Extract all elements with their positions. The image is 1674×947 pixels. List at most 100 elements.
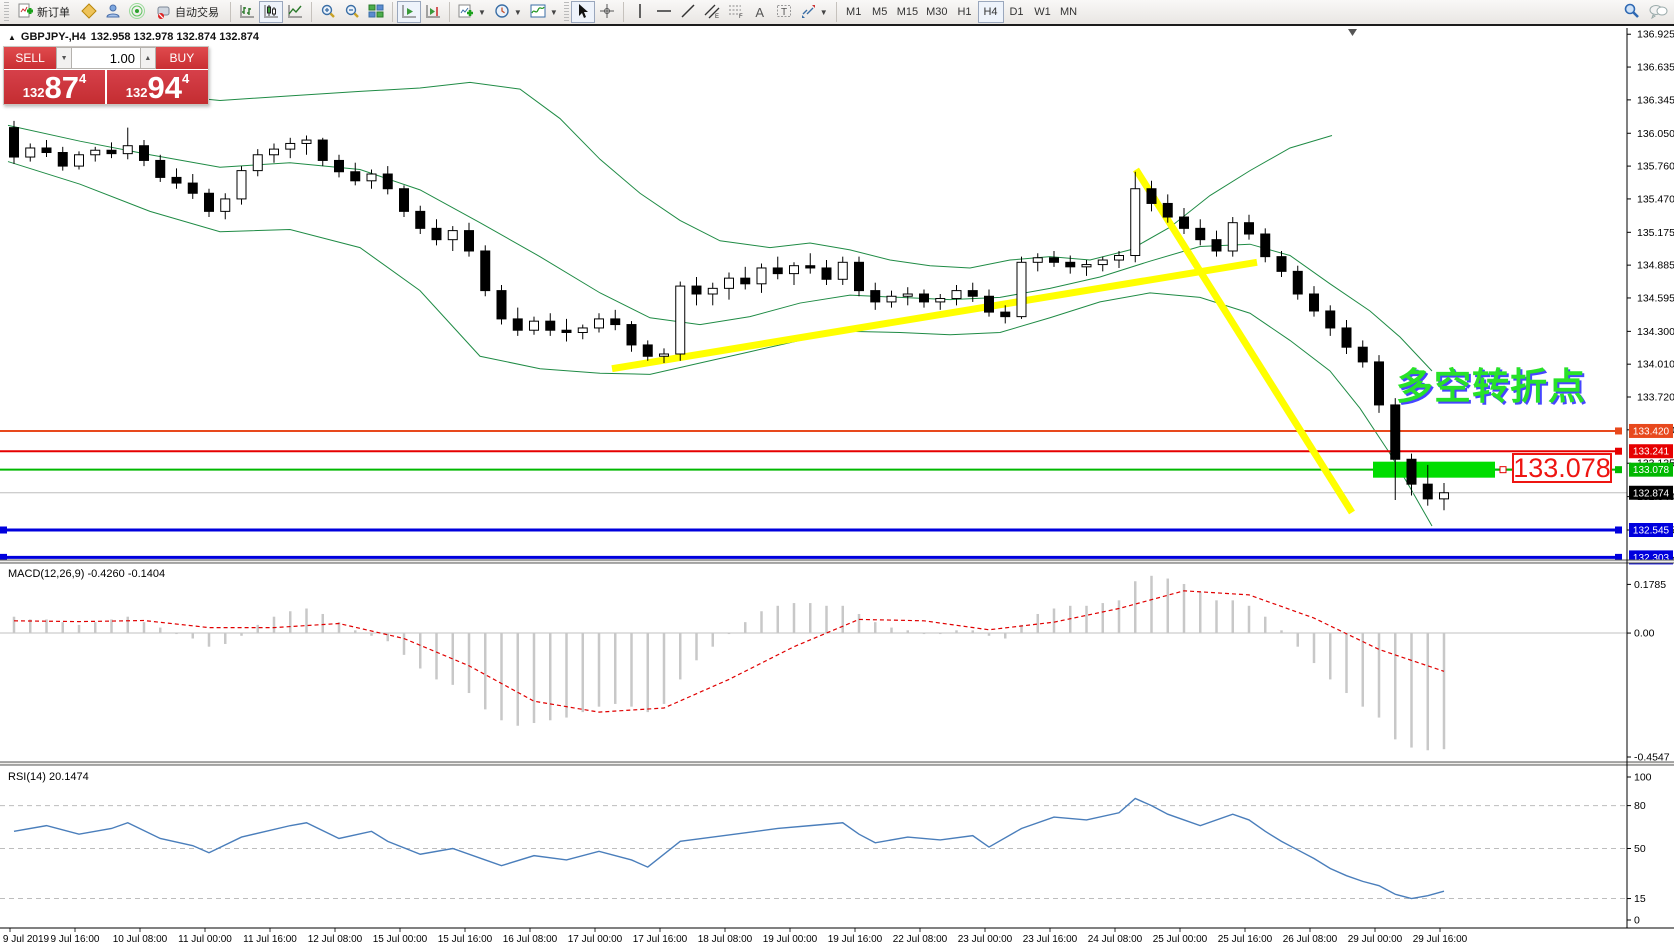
- community-chat-button[interactable]: [1644, 1, 1672, 23]
- candle-bearish: [546, 321, 555, 330]
- candle-bullish: [1082, 265, 1091, 267]
- price-tick-label: 136.925: [1637, 29, 1674, 41]
- timeframe-w1[interactable]: W1: [1030, 1, 1056, 23]
- sell-price-display[interactable]: 132874: [4, 70, 105, 104]
- new-order-button[interactable]: 新订单: [11, 1, 77, 23]
- chart-canvas[interactable]: 0.17850.00-0.4547MACD(12,26,9) -0.4260 -…: [0, 28, 1674, 947]
- time-axis-label: 11 Jul 00:00: [178, 934, 232, 945]
- search-button[interactable]: [1619, 1, 1644, 23]
- candle-bearish: [107, 150, 116, 153]
- candle-bearish: [432, 228, 441, 239]
- crosshair-icon: [599, 3, 615, 22]
- zoom-in-icon: [320, 3, 336, 22]
- chart-shift-marker[interactable]: [1348, 29, 1357, 36]
- line-handle[interactable]: [1615, 448, 1622, 455]
- price-axis[interactable]: 136.925136.635136.345136.050135.760135.4…: [1627, 29, 1674, 567]
- candle-bearish: [1001, 312, 1010, 317]
- time-axis[interactable]: 9 Jul 20199 Jul 16:0010 Jul 08:0011 Jul …: [3, 928, 1468, 945]
- toolbar-grip[interactable]: [4, 2, 9, 22]
- metaeditor-button[interactable]: [77, 1, 101, 23]
- timeframe-m5[interactable]: M5: [867, 1, 893, 23]
- periods-button[interactable]: ▼: [490, 1, 526, 23]
- macd-bar: [1118, 600, 1121, 633]
- candle-bearish: [140, 146, 149, 161]
- timeframe-d1[interactable]: D1: [1004, 1, 1030, 23]
- candle-bullish: [253, 155, 262, 171]
- callout-handle[interactable]: [1500, 467, 1506, 473]
- price-callout-box[interactable]: 133.078: [1512, 453, 1612, 483]
- crosshair-tool-button[interactable]: [595, 1, 619, 23]
- toolbar-grip[interactable]: [564, 2, 569, 22]
- candle-bearish: [692, 286, 701, 294]
- text-tool-button[interactable]: A: [748, 1, 772, 23]
- rsi-panel: 1008050150RSI(14) 20.1474: [0, 771, 1652, 926]
- trendline-2[interactable]: [1136, 169, 1352, 512]
- macd-bar: [712, 633, 715, 647]
- symbol-period-label: GBPJPY-,H4: [21, 31, 86, 43]
- highlight-bar[interactable]: [1373, 462, 1512, 478]
- line-handle[interactable]: [1615, 527, 1622, 534]
- line-handle[interactable]: [1615, 427, 1622, 434]
- auto-scroll-button[interactable]: [397, 1, 421, 23]
- support-highlight-bar[interactable]: [1373, 462, 1495, 478]
- candle-bullish: [237, 171, 246, 199]
- profile-button[interactable]: [101, 1, 125, 23]
- rsi-tick-label: 15: [1634, 893, 1646, 905]
- candle-bearish: [1147, 189, 1156, 204]
- price-tick-label: 136.050: [1637, 128, 1674, 140]
- tile-windows-button[interactable]: [364, 1, 388, 23]
- time-axis-label: 29 Jul 16:00: [1413, 934, 1468, 945]
- candle-bearish: [1066, 262, 1075, 267]
- channel-tool-button[interactable]: E: [700, 1, 724, 23]
- chart-shift-button[interactable]: [421, 1, 445, 23]
- toolbar-separator: [623, 2, 624, 22]
- new-chart-button[interactable]: ▼: [454, 1, 490, 23]
- horizontal-lines[interactable]: [0, 427, 1627, 560]
- candlestick-chart-button[interactable]: [259, 1, 283, 23]
- trendline-tool-button[interactable]: [676, 1, 700, 23]
- macd-bar: [1215, 600, 1218, 633]
- timeframe-m1[interactable]: M1: [841, 1, 867, 23]
- indicators-button[interactable]: ▼: [526, 1, 562, 23]
- line-chart-button[interactable]: [283, 1, 307, 23]
- arrows-tool-button[interactable]: ▼: [796, 1, 832, 23]
- macd-bar: [500, 633, 503, 720]
- signals-button[interactable]: [125, 1, 149, 23]
- volume-input[interactable]: [72, 47, 140, 69]
- bar-chart-icon: [239, 3, 255, 22]
- collapse-panel-icon[interactable]: ▲: [8, 33, 16, 42]
- volume-decrease-button[interactable]: ▼: [56, 47, 72, 69]
- zoom-out-button[interactable]: [340, 1, 364, 23]
- fibonacci-tool-button[interactable]: F: [724, 1, 748, 23]
- timeframe-m30[interactable]: M30: [922, 1, 951, 23]
- timeframe-h1[interactable]: H1: [952, 1, 978, 23]
- trendline-1[interactable]: [612, 262, 1257, 368]
- buy-price-display[interactable]: 132944: [107, 70, 208, 104]
- new-order-label: 新订单: [37, 4, 70, 20]
- zoom-in-button[interactable]: [316, 1, 340, 23]
- text-label-tool-button[interactable]: T: [772, 1, 796, 23]
- timeframe-mn[interactable]: MN: [1056, 1, 1082, 23]
- turning-point-annotation[interactable]: 多空转折点: [1396, 356, 1586, 410]
- vertical-line-tool-button[interactable]: [628, 1, 652, 23]
- dropdown-caret-icon: ▼: [514, 8, 522, 17]
- timeframe-m15[interactable]: M15: [893, 1, 922, 23]
- candle-bearish: [1423, 484, 1432, 499]
- timeframe-h4[interactable]: H4: [978, 1, 1004, 23]
- autotrading-button[interactable]: 自动交易: [149, 1, 226, 23]
- cursor-tool-button[interactable]: [571, 1, 595, 23]
- search-icon: [1623, 2, 1640, 22]
- text-a-icon: A: [755, 5, 764, 20]
- macd-bar: [354, 630, 357, 633]
- yellow-trendlines[interactable]: [612, 169, 1352, 512]
- buy-button[interactable]: BUY: [156, 47, 208, 69]
- candle-bearish: [383, 174, 392, 189]
- volume-increase-button[interactable]: ▲: [140, 47, 156, 69]
- sell-button[interactable]: SELL: [4, 47, 56, 69]
- horizontal-line-tool-button[interactable]: [652, 1, 676, 23]
- line-handle[interactable]: [1615, 466, 1622, 473]
- line-handle[interactable]: [0, 527, 7, 534]
- bollinger-lower: [8, 162, 1432, 526]
- time-axis-label: 26 Jul 08:00: [1283, 934, 1338, 945]
- bar-chart-button[interactable]: [235, 1, 259, 23]
